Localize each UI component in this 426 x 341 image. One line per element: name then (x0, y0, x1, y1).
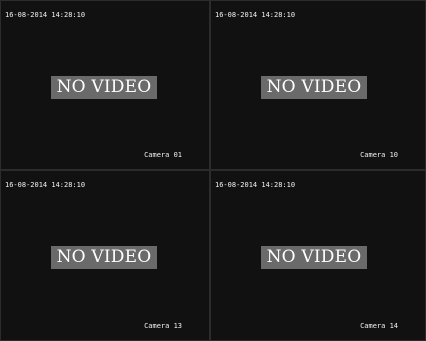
camera-name-label: Camera 13 (144, 322, 182, 330)
camera-tile-1[interactable]: 16-08-2014 14:28:10 NO VIDEO Camera 01 (0, 0, 210, 170)
timestamp-overlay: 16-08-2014 14:28:10 (215, 181, 296, 189)
camera-name-label: Camera 01 (144, 151, 182, 159)
camera-name-label: Camera 10 (360, 151, 398, 159)
camera-tile-4[interactable]: 16-08-2014 14:28:10 NO VIDEO Camera 14 (210, 170, 426, 341)
timestamp-overlay: 16-08-2014 14:28:10 (215, 11, 296, 19)
no-video-placeholder: NO VIDEO (51, 246, 157, 269)
timestamp-overlay: 16-08-2014 14:28:10 (5, 11, 86, 19)
camera-grid: 16-08-2014 14:28:10 NO VIDEO Camera 01 1… (0, 0, 426, 341)
camera-name-label: Camera 14 (360, 322, 398, 330)
no-video-placeholder: NO VIDEO (51, 76, 157, 99)
no-video-placeholder: NO VIDEO (261, 246, 367, 269)
camera-tile-2[interactable]: 16-08-2014 14:28:10 NO VIDEO Camera 10 (210, 0, 426, 170)
camera-tile-3[interactable]: 16-08-2014 14:28:10 NO VIDEO Camera 13 (0, 170, 210, 341)
timestamp-overlay: 16-08-2014 14:28:10 (5, 181, 86, 189)
no-video-placeholder: NO VIDEO (261, 76, 367, 99)
